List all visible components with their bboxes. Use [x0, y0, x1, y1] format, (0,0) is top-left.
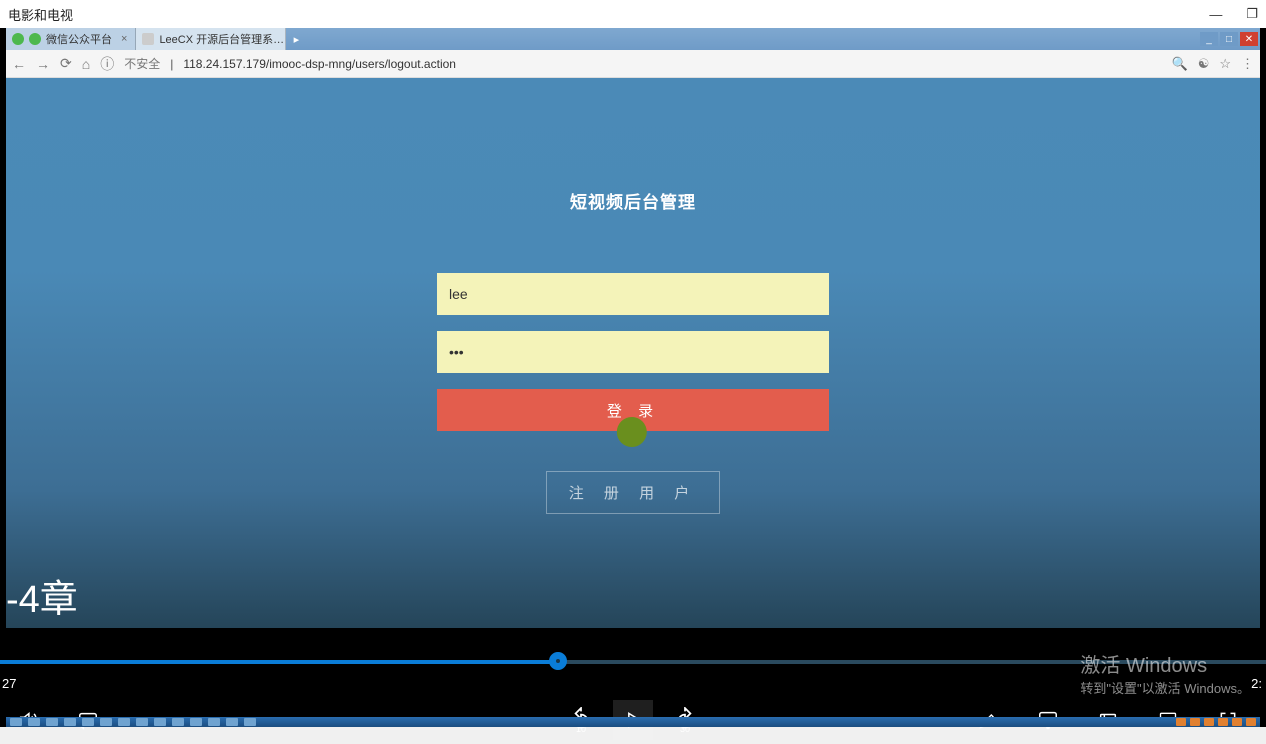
register-button[interactable]: 注 册 用 户 [546, 471, 721, 514]
tab-label: 微信公众平台 [46, 31, 112, 47]
password-input[interactable] [437, 331, 829, 373]
outer-window-titlebar: 电影和电视 — ❐ [0, 0, 1266, 28]
back-icon[interactable]: ← [12, 56, 26, 72]
maximize-icon[interactable]: □ [1220, 32, 1238, 46]
video-progress-bar[interactable] [0, 660, 1266, 664]
search-icon[interactable]: 🔍 [1172, 56, 1188, 72]
tab-close-icon[interactable]: × [121, 33, 127, 45]
insecure-label: 不安全 [124, 55, 160, 72]
close-icon[interactable]: ✕ [1240, 32, 1258, 46]
forward-icon[interactable]: → [36, 56, 50, 72]
page-title: 短视频后台管理 [437, 188, 829, 213]
home-icon[interactable]: ⌂ [82, 56, 90, 72]
favicon-icon [29, 33, 41, 45]
favicon-icon [142, 33, 154, 45]
reload-icon[interactable]: ⟳ [60, 55, 72, 72]
page-content: 短视频后台管理 登 录 注 册 用 户 [6, 78, 1260, 628]
watermark-line2: 转到"设置"以激活 Windows。 [1080, 678, 1250, 697]
browser-tab[interactable]: 微信公众平台 × [6, 28, 136, 50]
cursor-indicator-icon [617, 417, 647, 447]
time-total: 2: [1251, 676, 1262, 691]
url-text[interactable]: 118.24.157.179/imooc-dsp-mng/users/logou… [183, 57, 456, 71]
video-area: 微信公众平台 × LeeCX 开源后台管理系… × ▸ _ □ ✕ ← → ⟳ … [0, 28, 1266, 727]
translate-icon[interactable]: ☯ [1198, 56, 1210, 72]
windows-taskbar[interactable] [6, 717, 1260, 727]
windows-activation-watermark: 激活 Windows 转到"设置"以激活 Windows。 [1080, 649, 1250, 697]
browser-tabstrip: 微信公众平台 × LeeCX 开源后台管理系… × ▸ _ □ ✕ [6, 28, 1260, 50]
video-progress-thumb[interactable] [549, 652, 567, 670]
video-progress-fill [0, 660, 557, 664]
login-form: 短视频后台管理 登 录 注 册 用 户 [437, 188, 829, 514]
maximize-icon[interactable]: ❐ [1246, 6, 1258, 22]
menu-icon[interactable]: ⋮ [1241, 56, 1254, 72]
register-button-label: 注 册 用 户 [569, 485, 698, 502]
time-elapsed: 27 [2, 676, 16, 691]
tab-label: LeeCX 开源后台管理系… [159, 31, 284, 47]
browser-tab[interactable]: LeeCX 开源后台管理系… × [136, 28, 286, 50]
username-input[interactable] [437, 273, 829, 315]
browser-address-bar: ← → ⟳ ⌂ ⓘ 不安全 | 118.24.157.179/imooc-dsp… [6, 50, 1260, 78]
new-tab-button[interactable]: ▸ [286, 28, 306, 50]
star-icon[interactable]: ☆ [1219, 56, 1231, 72]
inner-window-controls: _ □ ✕ [1200, 28, 1260, 50]
login-button[interactable]: 登 录 [437, 389, 829, 431]
info-icon[interactable]: ⓘ [100, 54, 114, 74]
minimize-icon[interactable]: _ [1200, 32, 1218, 46]
favicon-icon [12, 33, 24, 45]
chapter-overlay: -4章 [6, 568, 78, 623]
outer-window-title: 电影和电视 [8, 5, 73, 24]
outer-window-controls: — ❐ [1209, 6, 1258, 22]
minimize-icon[interactable]: — [1209, 7, 1222, 22]
browser-frame: 微信公众平台 × LeeCX 开源后台管理系… × ▸ _ □ ✕ ← → ⟳ … [6, 28, 1260, 628]
